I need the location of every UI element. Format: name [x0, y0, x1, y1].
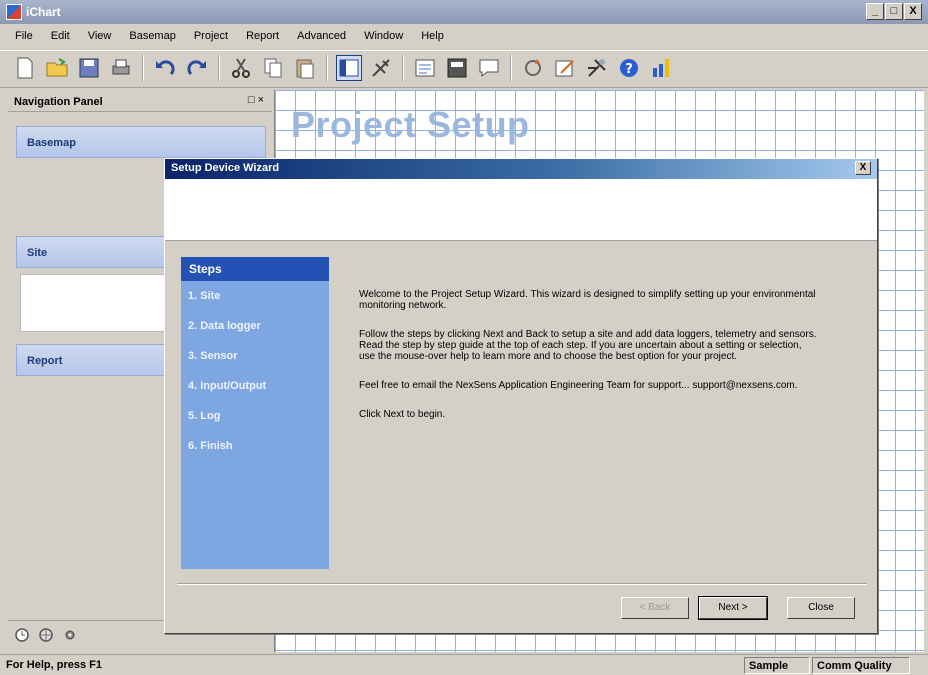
toolbar-separator	[510, 55, 512, 81]
save-icon	[79, 58, 99, 78]
menu-edit[interactable]: Edit	[44, 28, 77, 48]
next-button[interactable]: Next >	[698, 596, 768, 620]
settings-icon[interactable]	[62, 627, 78, 650]
satellite-button[interactable]	[368, 55, 394, 81]
globe-icon[interactable]	[38, 627, 54, 650]
workspace-title: Project Setup	[291, 104, 530, 145]
app-logo-icon	[6, 4, 22, 20]
report-button[interactable]	[412, 55, 438, 81]
toolbar-separator	[218, 55, 220, 81]
begin-paragraph: Click Next to begin.	[359, 409, 446, 420]
wizard-title: Setup Device Wizard	[171, 162, 280, 174]
undo-button[interactable]	[152, 55, 178, 81]
menu-bar: File Edit View Basemap Project Report Ad…	[0, 28, 928, 48]
maximize-button[interactable]: □	[885, 3, 903, 20]
help-button[interactable]: ?	[616, 55, 642, 81]
menu-advanced[interactable]: Advanced	[290, 28, 353, 48]
status-comm-quality: Comm Quality	[812, 657, 910, 674]
cut-icon	[232, 58, 250, 78]
new-file-button[interactable]	[12, 55, 38, 81]
edit-chart-icon	[555, 60, 574, 77]
navigation-panel-toggle-button[interactable]	[336, 55, 362, 81]
close-window-button[interactable]: X	[904, 3, 922, 20]
paste-icon	[296, 59, 314, 79]
step-sensor[interactable]: 3. Sensor	[181, 341, 329, 371]
status-bar: For Help, press F1 Sample Comm Quality	[0, 654, 928, 675]
undo-icon	[156, 60, 175, 76]
panel-layout-icon	[339, 59, 359, 77]
back-button[interactable]: < Back	[621, 597, 689, 619]
menu-view[interactable]: View	[81, 28, 119, 48]
instructions-paragraph: Follow the steps by clicking Next and Ba…	[359, 329, 817, 362]
tools-icon	[588, 59, 606, 77]
edit-chart-button[interactable]	[552, 55, 578, 81]
app-title: iChart	[26, 5, 61, 19]
save-button[interactable]	[76, 55, 102, 81]
steps-header: Steps	[181, 257, 329, 281]
help-icon: ?	[620, 59, 638, 77]
comment-icon	[479, 59, 499, 78]
step-data-logger[interactable]: 2. Data logger	[181, 311, 329, 341]
step-site[interactable]: 1. Site	[181, 281, 329, 311]
steps-panel: Steps 1. Site 2. Data logger 3. Sensor 4…	[181, 257, 329, 569]
toolbar-separator	[142, 55, 144, 81]
menu-basemap[interactable]: Basemap	[122, 28, 182, 48]
print-button[interactable]	[108, 55, 134, 81]
navigation-panel-title: Navigation Panel	[8, 90, 272, 112]
navigation-panel-controls[interactable]: □ ×	[248, 94, 264, 106]
redo-icon	[187, 60, 206, 76]
wizard-title-bar: Setup Device Wizard X	[165, 159, 877, 179]
menu-window[interactable]: Window	[357, 28, 410, 48]
clock-icon[interactable]	[14, 627, 30, 650]
open-folder-icon	[46, 58, 68, 77]
wizard-banner	[165, 179, 877, 241]
data-logger-icon	[447, 58, 467, 78]
svg-text:?: ?	[625, 62, 633, 77]
wizard-divider	[177, 583, 867, 585]
signal-button[interactable]	[648, 55, 674, 81]
menu-file[interactable]: File	[8, 28, 40, 48]
close-button[interactable]: Close	[787, 597, 855, 619]
wizard-content: Welcome to the Project Setup Wizard. Thi…	[359, 289, 819, 438]
report-icon	[415, 59, 435, 77]
open-folder-button[interactable]	[44, 55, 70, 81]
status-help-text: For Help, press F1	[6, 659, 102, 671]
menu-help[interactable]: Help	[414, 28, 451, 48]
welcome-paragraph: Welcome to the Project Setup Wizard. Thi…	[359, 289, 816, 311]
new-file-icon	[17, 57, 33, 79]
setup-device-wizard: Setup Device Wizard X Steps 1. Site 2. D…	[164, 158, 878, 634]
support-paragraph: Feel free to email the NexSens Applicati…	[359, 380, 798, 391]
toolbar-separator	[402, 55, 404, 81]
copy-icon	[264, 58, 282, 78]
refresh-button[interactable]	[520, 55, 546, 81]
nav-section-basemap[interactable]: Basemap	[16, 126, 266, 158]
step-input-output[interactable]: 4. Input/Output	[181, 371, 329, 401]
minimize-button[interactable]: _	[866, 3, 884, 20]
toolbar-separator	[326, 55, 328, 81]
step-log[interactable]: 5. Log	[181, 401, 329, 431]
refresh-icon	[525, 59, 541, 76]
redo-button[interactable]	[184, 55, 210, 81]
tools-button[interactable]	[584, 55, 610, 81]
signal-icon	[653, 59, 669, 77]
copy-button[interactable]	[260, 55, 286, 81]
satellite-icon	[372, 59, 390, 77]
data-logger-button[interactable]	[444, 55, 470, 81]
cut-button[interactable]	[228, 55, 254, 81]
print-icon	[112, 59, 130, 75]
menu-report[interactable]: Report	[239, 28, 286, 48]
menu-project[interactable]: Project	[187, 28, 235, 48]
paste-button[interactable]	[292, 55, 318, 81]
step-finish[interactable]: 6. Finish	[181, 431, 329, 461]
toolbar: ?	[0, 50, 928, 88]
status-sample: Sample	[744, 657, 810, 674]
app-title-bar: iChart _ □ X	[0, 0, 928, 24]
comment-button[interactable]	[476, 55, 502, 81]
wizard-close-button[interactable]: X	[855, 161, 871, 175]
